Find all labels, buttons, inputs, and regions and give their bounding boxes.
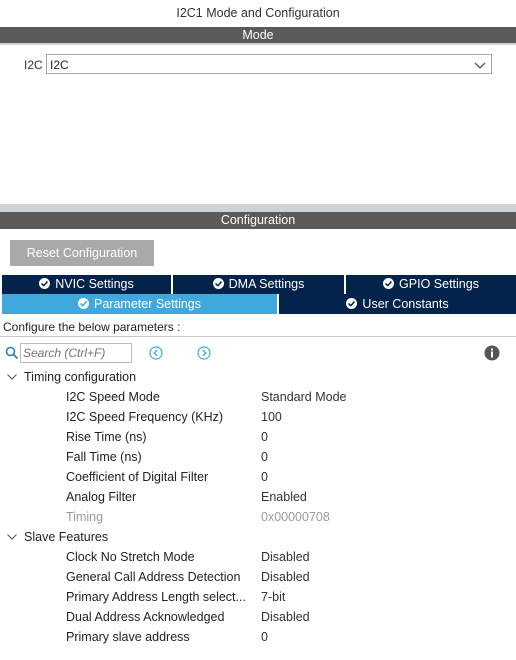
tab-gpio-settings[interactable]: GPIO Settings — [346, 275, 516, 294]
search-icon — [5, 346, 19, 360]
mode-header-divider — [0, 43, 516, 45]
param-name: Coefficient of Digital Filter — [66, 470, 209, 484]
param-name: Analog Filter — [66, 490, 137, 504]
check-circle-icon — [78, 298, 89, 309]
param-value[interactable]: 0 — [261, 627, 268, 647]
param-name: General Call Address Detection — [66, 570, 241, 584]
param-name: Fall Time (ns) — [66, 450, 142, 464]
search-input[interactable] — [20, 343, 132, 363]
caret-down-icon — [7, 534, 17, 540]
param-row[interactable]: Dual Address Acknowledged Disabled — [0, 607, 516, 627]
param-row-readonly: Timing 0x00000708 — [0, 507, 516, 527]
check-circle-icon — [383, 278, 395, 289]
tab-parameter-settings[interactable]: Parameter Settings — [2, 294, 277, 314]
tab-label: User Constants — [362, 297, 449, 311]
param-value: 0x00000708 — [261, 510, 330, 524]
param-value[interactable]: Standard Mode — [261, 387, 346, 407]
i2c-mode-select-value: I2C — [50, 58, 69, 72]
config-header-top-strip — [0, 204, 516, 212]
param-row[interactable]: Analog Filter Enabled — [0, 487, 516, 507]
param-name: Primary slave address — [66, 630, 190, 644]
param-name: I2C Speed Mode — [66, 390, 160, 404]
param-name: Timing — [66, 510, 104, 524]
i2c-mode-select[interactable]: I2C — [46, 54, 492, 74]
arrow-right-circle-icon[interactable] — [197, 346, 211, 360]
check-circle-icon — [212, 278, 224, 289]
param-value[interactable]: Enabled — [261, 487, 307, 507]
group-label: Slave Features — [24, 530, 109, 544]
param-value[interactable]: Disabled — [261, 567, 310, 587]
tab-label: GPIO Settings — [399, 277, 479, 291]
tab-label: Parameter Settings — [94, 297, 201, 311]
tabs-row-1: NVIC Settings DMA Settings GPIO Settings — [2, 275, 516, 294]
param-row[interactable]: Coefficient of Digital Filter 0 — [0, 467, 516, 487]
check-circle-icon — [39, 278, 51, 289]
param-name: I2C Speed Frequency (KHz) — [66, 410, 224, 424]
param-value[interactable]: Disabled — [261, 607, 310, 627]
param-row[interactable]: Clock No Stretch Mode Disabled — [0, 547, 516, 567]
group-label: Timing configuration — [24, 370, 137, 384]
window-title: I2C1 Mode and Configuration — [176, 6, 340, 20]
param-value[interactable]: Disabled — [261, 547, 310, 567]
tabs-row-2: Parameter Settings User Constants — [2, 294, 516, 314]
param-row[interactable]: Primary Address Length select... 7-bit — [0, 587, 516, 607]
param-row[interactable]: Primary slave address 0 — [0, 627, 516, 647]
param-value[interactable]: 0 — [261, 467, 268, 487]
param-row[interactable]: Rise Time (ns) 0 — [0, 427, 516, 447]
group-timing-configuration[interactable]: Timing configuration — [0, 367, 516, 387]
param-row[interactable]: General Call Address Detection Disabled — [0, 567, 516, 587]
group-slave-features[interactable]: Slave Features — [0, 527, 516, 547]
configuration-header: Configuration — [0, 212, 516, 229]
info-icon[interactable] — [484, 345, 500, 361]
parameters-description: Configure the below parameters : — [0, 318, 516, 337]
arrow-left-circle-icon[interactable] — [149, 346, 163, 360]
i2c-mode-label: I2C — [24, 58, 43, 72]
check-circle-icon — [346, 298, 358, 309]
param-value[interactable]: 0 — [261, 447, 268, 467]
param-value[interactable]: 100 — [261, 407, 282, 427]
mode-header: Mode — [0, 27, 516, 43]
param-name: Primary Address Length select... — [66, 590, 246, 604]
tab-label: DMA Settings — [228, 277, 305, 291]
caret-down-icon — [7, 374, 17, 380]
param-name: Clock No Stretch Mode — [66, 550, 195, 564]
tab-label: NVIC Settings — [55, 277, 134, 291]
param-row[interactable]: I2C Speed Mode Standard Mode — [0, 387, 516, 407]
reset-configuration-button[interactable]: Reset Configuration — [10, 240, 154, 266]
param-value[interactable]: 7-bit — [261, 587, 285, 607]
tab-user-constants[interactable]: User Constants — [279, 294, 516, 314]
param-name: Dual Address Acknowledged — [66, 610, 225, 624]
param-name: Rise Time (ns) — [66, 430, 147, 444]
param-row[interactable]: Fall Time (ns) 0 — [0, 447, 516, 467]
param-value[interactable]: 0 — [261, 427, 268, 447]
chevron-down-icon — [474, 62, 486, 69]
tab-nvic-settings[interactable]: NVIC Settings — [2, 275, 171, 294]
tab-dma-settings[interactable]: DMA Settings — [173, 275, 344, 294]
param-row[interactable]: I2C Speed Frequency (KHz) 100 — [0, 407, 516, 427]
